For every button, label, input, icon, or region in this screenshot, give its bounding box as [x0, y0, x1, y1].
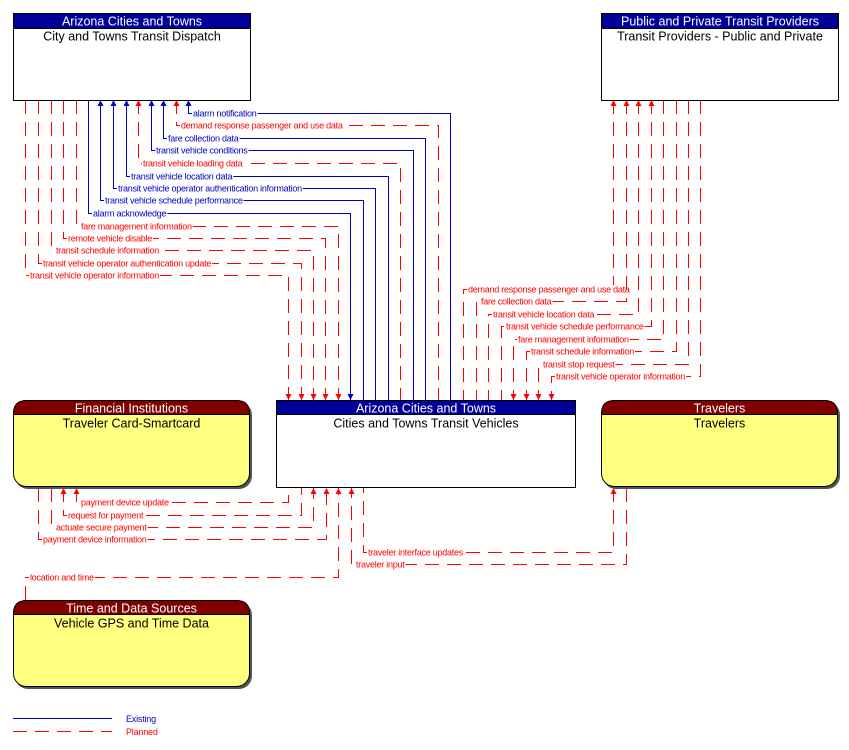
box-name-label: Travelers: [694, 417, 746, 431]
arrow-down-icon: [535, 394, 542, 400]
flow-label[interactable]: transit vehicle loading data: [143, 159, 243, 169]
legend-existing-label: Existing: [126, 714, 156, 724]
box-name-label: Vehicle GPS and Time Data: [54, 617, 209, 631]
box-dispatch[interactable]: Arizona Cities and Towns City and Towns …: [13, 13, 251, 101]
flow-label[interactable]: demand response passenger and use data: [181, 121, 343, 131]
box-vehicles[interactable]: Arizona Cities and Towns Cities and Town…: [276, 400, 576, 488]
flow-label[interactable]: transit vehicle schedule performance: [506, 322, 644, 332]
arrow-down-icon: [310, 394, 317, 400]
arrow-down-icon: [523, 394, 530, 400]
flow-label[interactable]: fare collection data: [481, 297, 552, 307]
flow-label[interactable]: demand response passenger and use data: [468, 285, 630, 295]
legend: Existing Planned: [13, 714, 158, 737]
flow[interactable]: traveler interface updates: [363, 488, 617, 558]
arrow-down-icon: [322, 394, 329, 400]
flow-label[interactable]: traveler interface updates: [368, 548, 464, 558]
flow[interactable]: payment device update: [73, 488, 289, 508]
flow-label[interactable]: payment device information: [43, 535, 147, 545]
flow-label[interactable]: transit vehicle operator authentication …: [118, 184, 302, 194]
flow-label[interactable]: payment device update: [81, 498, 169, 508]
flow-label[interactable]: actuate secure payment: [56, 523, 148, 533]
flows-layer: alarm notification demand response passen…: [25, 100, 701, 600]
flow-label[interactable]: transit vehicle schedule performance: [105, 196, 243, 206]
box-financial[interactable]: Financial Institutions Traveler Card-Sma…: [13, 400, 253, 490]
box-name-label: Cities and Towns Transit Vehicles: [333, 417, 518, 431]
arrow-up-icon: [335, 488, 342, 494]
flow-label[interactable]: transit vehicle operator information: [556, 372, 686, 382]
flow-label[interactable]: transit stop request: [543, 360, 616, 370]
flow-line[interactable]: [363, 488, 614, 553]
flow-label[interactable]: fare management information: [518, 335, 629, 345]
arrow-down-icon: [347, 394, 354, 400]
box-gps[interactable]: Time and Data Sources Vehicle GPS and Ti…: [13, 600, 253, 690]
box-header-label: Travelers: [694, 402, 746, 416]
flow-label[interactable]: remote vehicle disable: [68, 234, 153, 244]
legend-planned-label: Planned: [126, 727, 158, 737]
flow-label[interactable]: alarm notification: [193, 109, 257, 119]
box-header-label: Public and Private Transit Providers: [621, 15, 819, 29]
flow-label[interactable]: transit schedule information: [531, 347, 635, 357]
flow-label[interactable]: alarm acknowledge: [93, 209, 167, 219]
flow[interactable]: transit schedule information: [523, 100, 677, 400]
flow-label[interactable]: transit vehicle location data: [493, 310, 595, 320]
arrow-down-icon: [335, 394, 342, 400]
flow-label[interactable]: fare management information: [81, 222, 192, 232]
flow-label[interactable]: transit vehicle operator information: [30, 271, 160, 281]
flow-label[interactable]: fare collection data: [168, 134, 239, 144]
box-name-label: City and Towns Transit Dispatch: [43, 30, 221, 44]
flow-label[interactable]: traveler input: [356, 560, 406, 570]
arrow-down-icon: [510, 394, 517, 400]
arrow-down-icon: [548, 394, 555, 400]
box-header-label: Arizona Cities and Towns: [62, 15, 202, 29]
arrow-down-icon: [298, 394, 305, 400]
architecture-diagram: alarm notification demand response passen…: [13, 13, 841, 737]
box-name-label: Traveler Card-Smartcard: [63, 417, 201, 431]
box-travelers[interactable]: Travelers Travelers: [601, 400, 841, 490]
flow-label[interactable]: request for payment: [68, 511, 144, 521]
flow-label[interactable]: transit vehicle conditions: [156, 146, 249, 156]
box-header-label: Arizona Cities and Towns: [356, 402, 496, 416]
box-header-label: Financial Institutions: [75, 402, 188, 416]
flow-label[interactable]: transit schedule information: [56, 246, 160, 256]
box-name-label: Transit Providers - Public and Private: [617, 30, 823, 44]
arrow-down-icon: [285, 394, 292, 400]
box-header-label: Time and Data Sources: [66, 602, 197, 616]
arrow-up-icon: [323, 488, 330, 494]
flow-label[interactable]: transit vehicle operator authentication …: [43, 259, 212, 269]
arrow-up-icon: [348, 488, 355, 494]
box-providers[interactable]: Public and Private Transit Providers Tra…: [601, 13, 839, 101]
flow-label[interactable]: transit vehicle location data: [131, 172, 233, 182]
flow-label[interactable]: location and time: [30, 573, 94, 583]
arrow-up-icon: [310, 488, 317, 494]
